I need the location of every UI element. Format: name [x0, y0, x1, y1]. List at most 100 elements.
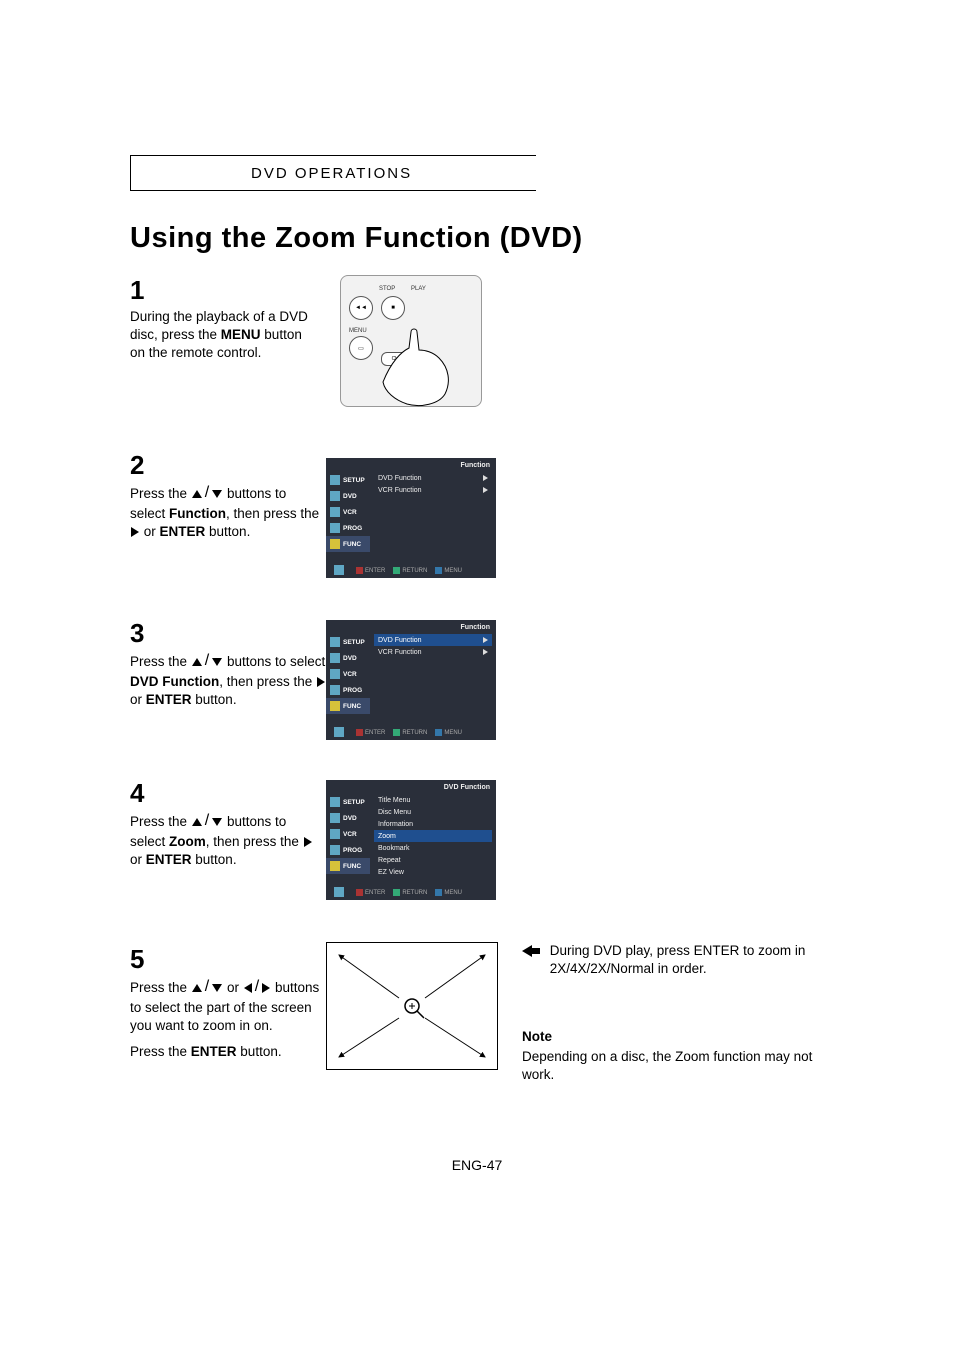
vcr-icon — [330, 507, 340, 517]
red-dot-icon — [356, 567, 363, 574]
step-5-illustration-zoom — [326, 942, 498, 1070]
red-dot-icon — [356, 889, 363, 896]
prog-icon — [330, 845, 340, 855]
chevron-right-icon — [483, 475, 488, 481]
right-arrow-icon — [317, 677, 325, 687]
chevron-right-icon — [483, 487, 488, 493]
up-arrow-icon — [192, 490, 202, 498]
right-arrow-icon — [304, 837, 312, 847]
up-arrow-icon — [192, 984, 202, 992]
osd-sidebar-prog: PROG — [326, 842, 370, 858]
func-icon — [330, 701, 340, 711]
osd-sidebar-func: FUNC — [326, 698, 370, 714]
red-dot-icon — [356, 729, 363, 736]
green-dot-icon — [393, 889, 400, 896]
osd-bottom-icon — [334, 565, 344, 575]
osd-sidebar-func: FUNC — [326, 858, 370, 874]
page-number: ENG-47 — [0, 1157, 954, 1173]
section-header: DVD OPERATIONS — [130, 155, 536, 191]
step-3-illustration-osd: Function SETUP DVD VCR PROG FUNC DVD Fun… — [326, 620, 496, 740]
osd-sidebar-dvd: DVD — [326, 810, 370, 826]
osd-sidebar-setup: SETUP — [326, 634, 370, 650]
osd-sidebar: SETUP DVD VCR PROG FUNC — [326, 634, 370, 714]
osd-item-dvd-function: DVD Function — [374, 472, 492, 484]
blue-dot-icon — [435, 889, 442, 896]
vcr-icon — [330, 669, 340, 679]
prog-icon — [330, 685, 340, 695]
manual-page: DVD OPERATIONS Using the Zoom Function (… — [0, 0, 954, 1351]
footnote-body: Depending on a disc, the Zoom function m… — [522, 1049, 812, 1082]
left-pointer-icon — [522, 944, 540, 962]
zoom-arrows-diagram — [327, 943, 497, 1069]
disc-icon — [330, 653, 340, 663]
remote-stop-label: STOP — [379, 286, 395, 292]
osd-footer: ENTER RETURN MENU — [356, 729, 492, 736]
step-2-illustration-osd: Function SETUP DVD VCR PROG FUNC DVD Fun… — [326, 458, 496, 578]
osd-sidebar-vcr: VCR — [326, 504, 370, 520]
remote-play-label: PLAY — [411, 286, 426, 292]
right-arrow-icon — [131, 527, 139, 537]
step-3-desc: Press the / buttons to select DVD Functi… — [130, 651, 330, 709]
osd-sidebar-prog: PROG — [326, 520, 370, 536]
section-header-text: DVD OPERATIONS — [251, 165, 412, 182]
osd-bottom-icon — [334, 887, 344, 897]
chevron-right-icon — [483, 649, 488, 655]
osd-menu-function: Function SETUP DVD VCR PROG FUNC DVD Fun… — [326, 458, 496, 578]
prog-icon — [330, 523, 340, 533]
osd-main-list: Title Menu Disc Menu Information Zoom Bo… — [374, 794, 492, 878]
step-2-desc: Press the / buttons to select Function, … — [130, 483, 320, 541]
osd-title: Function — [460, 462, 490, 469]
gear-icon — [330, 797, 340, 807]
down-arrow-icon — [212, 490, 222, 498]
osd-sidebar-dvd: DVD — [326, 488, 370, 504]
blue-dot-icon — [435, 567, 442, 574]
osd-sidebar-dvd: DVD — [326, 650, 370, 666]
disc-icon — [330, 491, 340, 501]
step-5-desc: Press the / or / buttons to select the p… — [130, 977, 320, 1061]
remote-menu-label: MENU — [349, 328, 367, 334]
up-arrow-icon — [192, 658, 202, 666]
osd-title: DVD Function — [444, 784, 490, 791]
osd-item-title-menu: Title Menu — [374, 794, 492, 806]
osd-sidebar-func: FUNC — [326, 536, 370, 552]
step-1-desc: During the playback of a DVD disc, press… — [130, 308, 320, 363]
osd-bottom-icon — [334, 727, 344, 737]
right-side-note: During DVD play, press ENTER to zoom in … — [522, 942, 822, 978]
disc-icon — [330, 813, 340, 823]
osd-sidebar-setup: SETUP — [326, 794, 370, 810]
remote-rewind-button: ◄◄ — [349, 296, 373, 320]
remote-menu-button: ▭ — [349, 336, 373, 360]
osd-sidebar-vcr: VCR — [326, 666, 370, 682]
osd-sidebar-setup: SETUP — [326, 472, 370, 488]
gear-icon — [330, 475, 340, 485]
osd-item-bookmark: Bookmark — [374, 842, 492, 854]
down-arrow-icon — [212, 658, 222, 666]
osd-item-vcr-function: VCR Function — [374, 646, 492, 658]
osd-main-list: DVD Function VCR Function — [374, 634, 492, 658]
osd-item-zoom: Zoom — [374, 830, 492, 842]
page-title: Using the Zoom Function (DVD) — [130, 222, 583, 255]
footnote: Note Depending on a disc, the Zoom funct… — [522, 1028, 842, 1085]
gear-icon — [330, 637, 340, 647]
osd-item-information: Information — [374, 818, 492, 830]
footnote-heading: Note — [522, 1028, 842, 1046]
chevron-right-icon — [483, 637, 488, 643]
step-1-illustration-remote: STOP PLAY ◄◄ ■ MENU ▭ CH ▲ TRK — [326, 275, 496, 405]
down-arrow-icon — [212, 818, 222, 826]
remote-stop-button: ■ — [381, 296, 405, 320]
osd-item-dvd-function: DVD Function — [374, 634, 492, 646]
remote-chtrk-button: CH ▲ TRK — [381, 352, 427, 366]
osd-item-disc-menu: Disc Menu — [374, 806, 492, 818]
osd-menu-dvd-function: DVD Function SETUP DVD VCR PROG FUNC Tit… — [326, 780, 496, 900]
blue-dot-icon — [435, 729, 442, 736]
green-dot-icon — [393, 729, 400, 736]
osd-sidebar-prog: PROG — [326, 682, 370, 698]
func-icon — [330, 861, 340, 871]
green-dot-icon — [393, 567, 400, 574]
osd-main-list: DVD Function VCR Function — [374, 472, 492, 496]
osd-sidebar: SETUP DVD VCR PROG FUNC — [326, 794, 370, 874]
osd-item-repeat: Repeat — [374, 854, 492, 866]
right-arrow-icon — [262, 983, 270, 993]
osd-footer: ENTER RETURN MENU — [356, 889, 492, 896]
step-4-illustration-osd: DVD Function SETUP DVD VCR PROG FUNC Tit… — [326, 780, 496, 900]
